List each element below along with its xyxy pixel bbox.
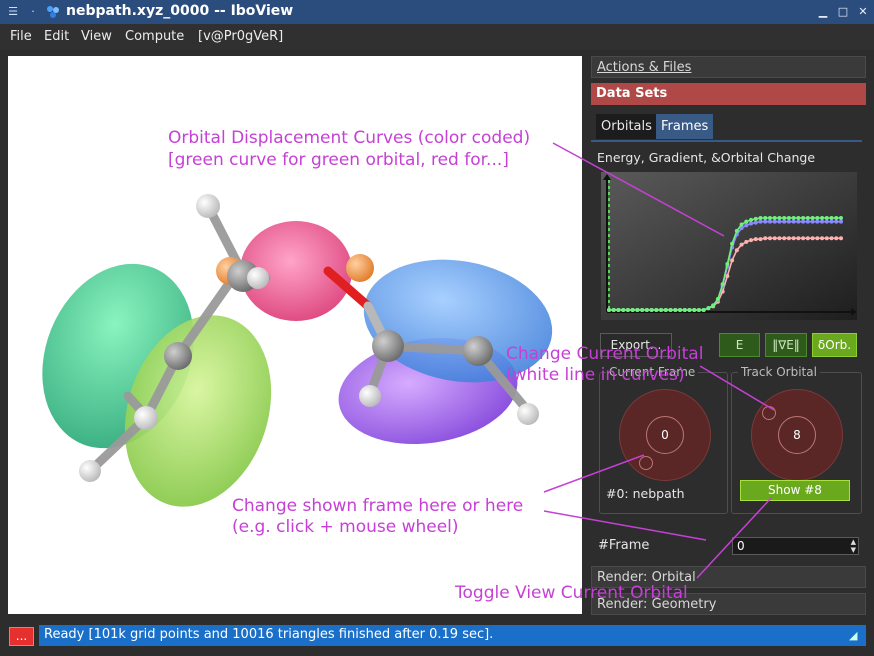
annotation-orbital-line2: (white line in curves): [506, 365, 685, 385]
annotation-toggle: Toggle View Current Orbital: [455, 583, 688, 603]
annotation-curves-line1: Orbital Displacement Curves (color coded…: [168, 128, 531, 148]
annotation-orbital-line1: Change Current Orbital: [506, 344, 704, 364]
annotation-arrows: [543, 142, 775, 579]
annotation-curves-line2: [green curve for green orbital, red for.…: [168, 150, 509, 170]
annotation-frame-line1: Change shown frame here or here: [232, 496, 524, 516]
annotation-frame-line2: (e.g. click + mouse wheel): [232, 517, 459, 537]
